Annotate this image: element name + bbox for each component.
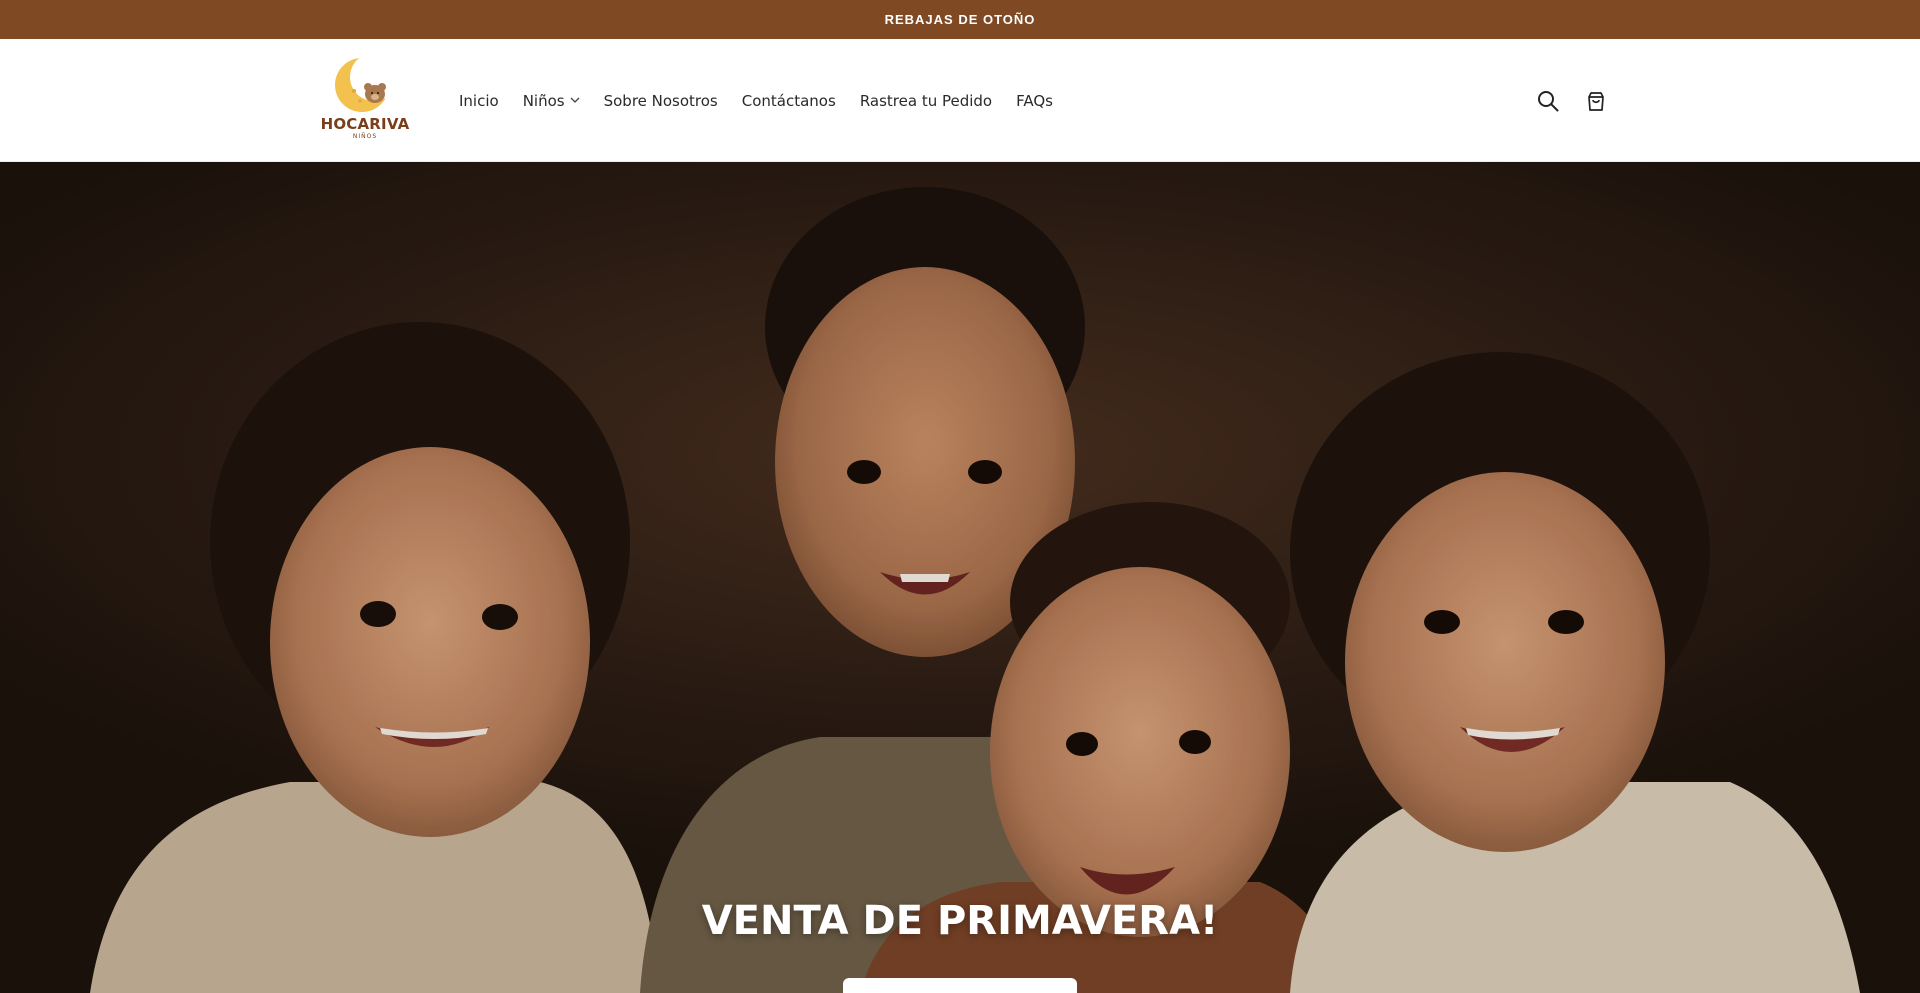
logo-wordmark: HOCARIVA	[320, 115, 410, 133]
header-actions	[1534, 39, 1610, 162]
nav-item-sobre-nosotros[interactable]: Sobre Nosotros	[604, 92, 718, 110]
nav-item-label: Niños	[522, 91, 565, 110]
hero-title: VENTA DE PRIMAVERA!	[701, 898, 1219, 944]
nav-item-faqs[interactable]: FAQs	[1016, 92, 1053, 110]
moon-bear-logo-icon	[335, 53, 398, 112]
nav-item-ninos[interactable]: Niños	[523, 92, 580, 110]
site-logo[interactable]: HOCARIVA NIÑOS	[318, 51, 412, 151]
logo-subtitle: NIÑOS	[352, 133, 378, 140]
nav-item-inicio[interactable]: Inicio	[459, 92, 499, 110]
announcement-bar: REBAJAS DE OTOÑO	[0, 0, 1920, 39]
nav-item-label: Sobre Nosotros	[603, 91, 718, 110]
hero-children-photo	[0, 162, 1920, 993]
nav-item-rastrea-pedido[interactable]: Rastrea tu Pedido	[860, 92, 992, 110]
search-icon[interactable]	[1534, 87, 1562, 115]
nav-item-label: FAQs	[1016, 91, 1053, 110]
site-header: HOCARIVA NIÑOS Inicio Niños Sobre Nosotr…	[0, 39, 1920, 162]
main-navigation: Inicio Niños Sobre Nosotros Contáctanos …	[459, 39, 1077, 162]
nav-item-label: Contáctanos	[741, 91, 836, 110]
nav-item-label: Inicio	[459, 91, 499, 110]
hero-banner: VENTA DE PRIMAVERA! Todos los Productos	[0, 162, 1920, 993]
announcement-text: REBAJAS DE OTOÑO	[884, 12, 1036, 27]
chevron-down-icon	[570, 95, 580, 106]
nav-item-label: Rastrea tu Pedido	[859, 91, 993, 110]
all-products-button[interactable]: Todos los Productos	[843, 978, 1077, 993]
nav-item-contactanos[interactable]: Contáctanos	[742, 92, 836, 110]
cart-icon[interactable]	[1582, 87, 1610, 115]
